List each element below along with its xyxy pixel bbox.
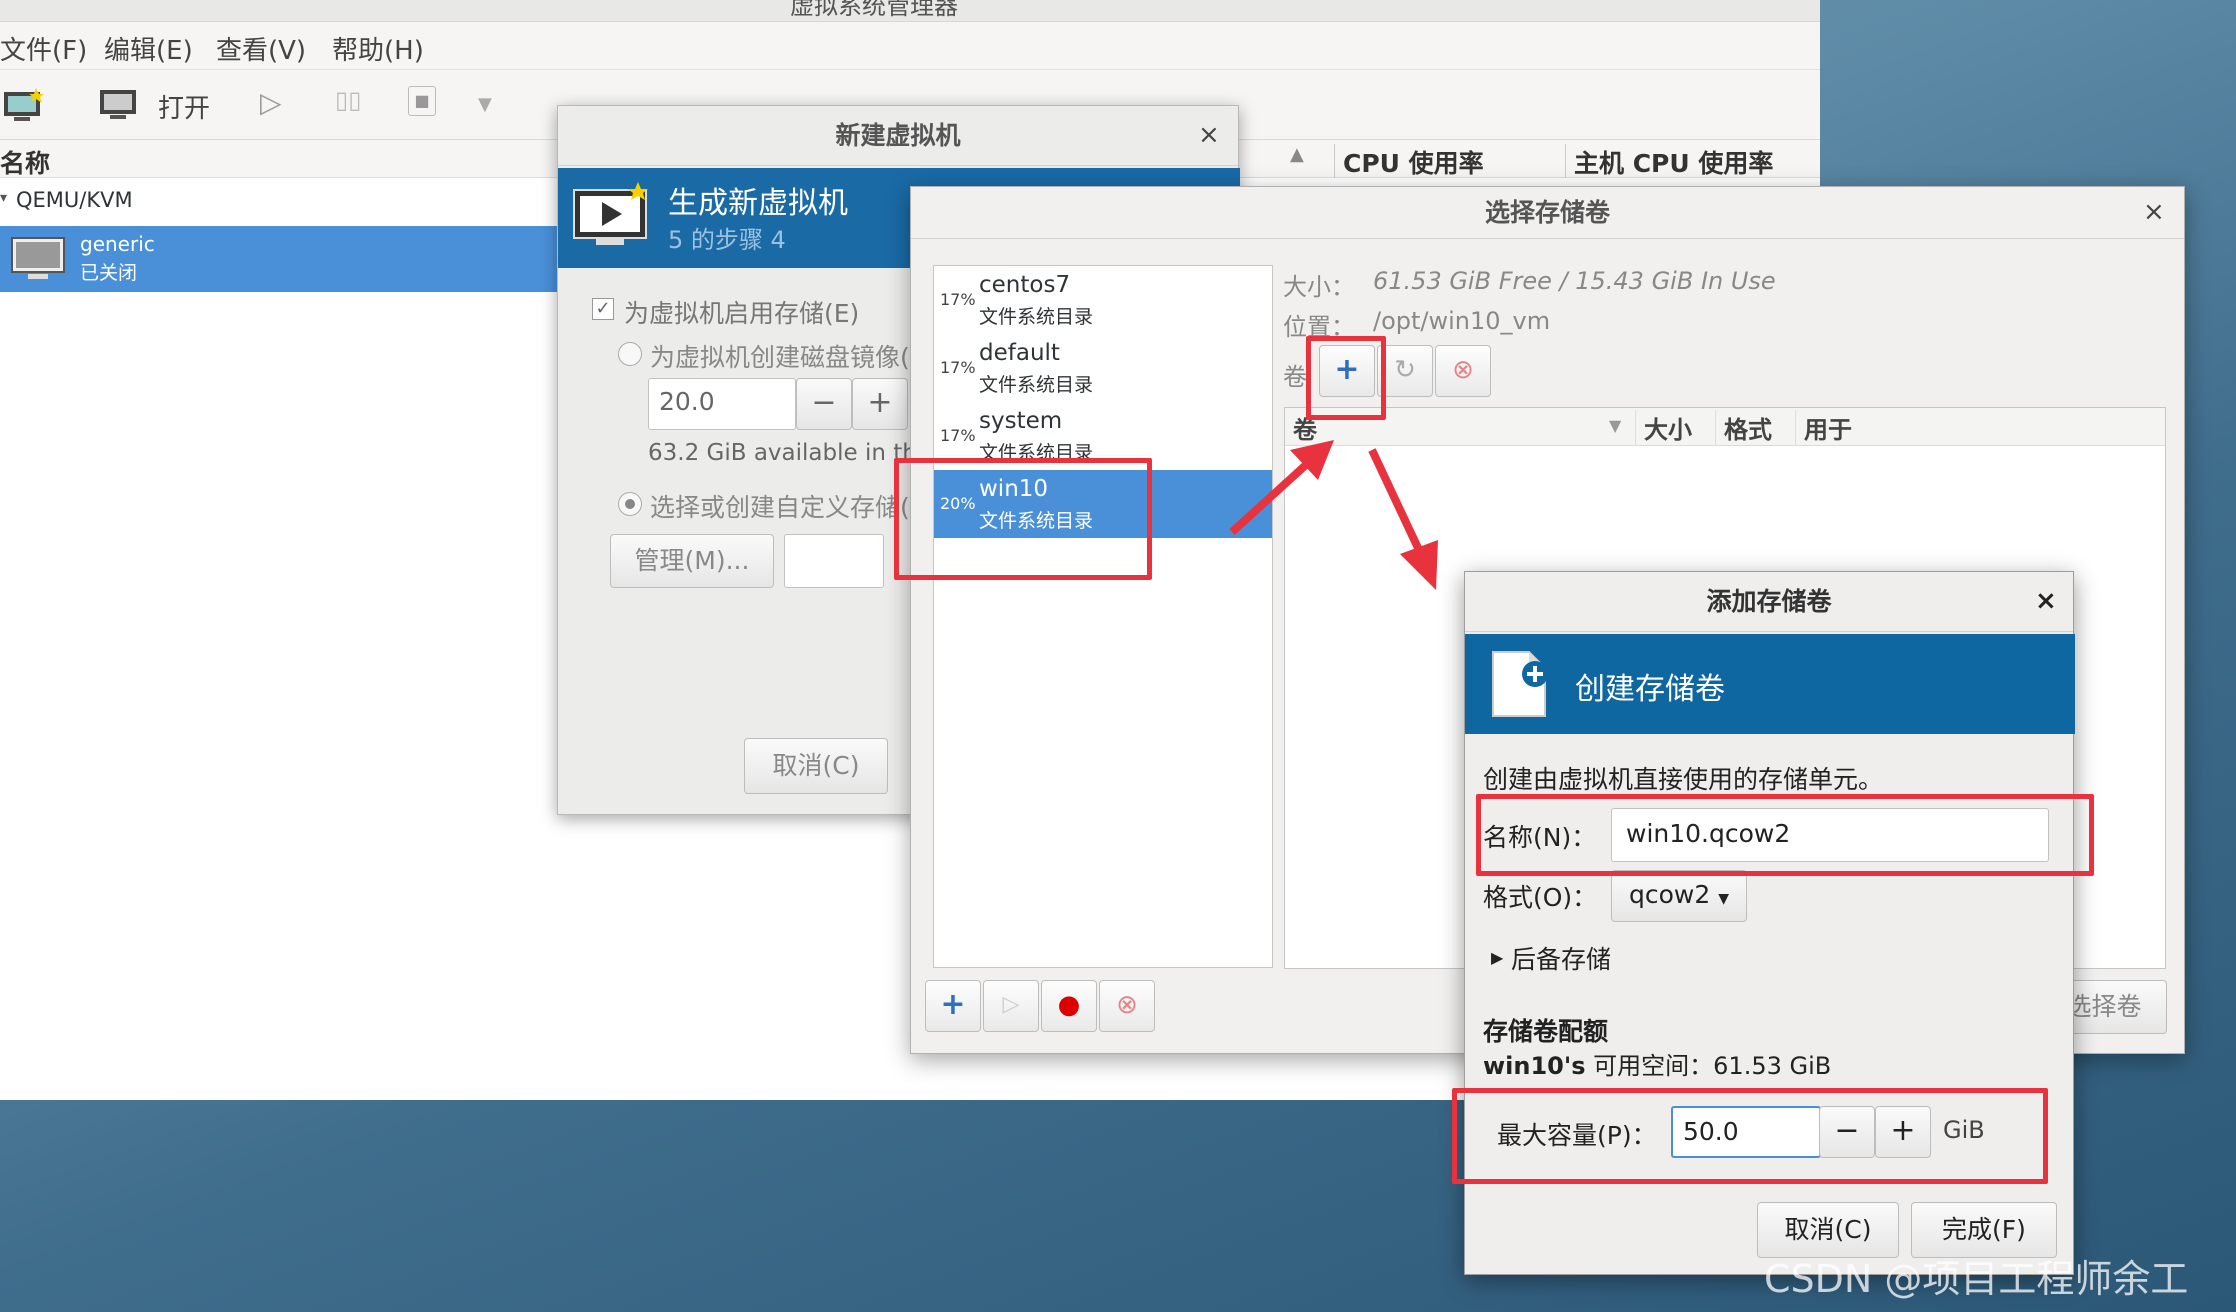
arrow-head	[1400, 540, 1438, 590]
arrow-to-add-dialog	[1368, 448, 1422, 550]
arrow-to-add-button	[1229, 460, 1311, 535]
annotation-arrows	[1229, 440, 1438, 590]
watermark: CSDN @项目工程师余工	[1764, 1257, 2189, 1301]
